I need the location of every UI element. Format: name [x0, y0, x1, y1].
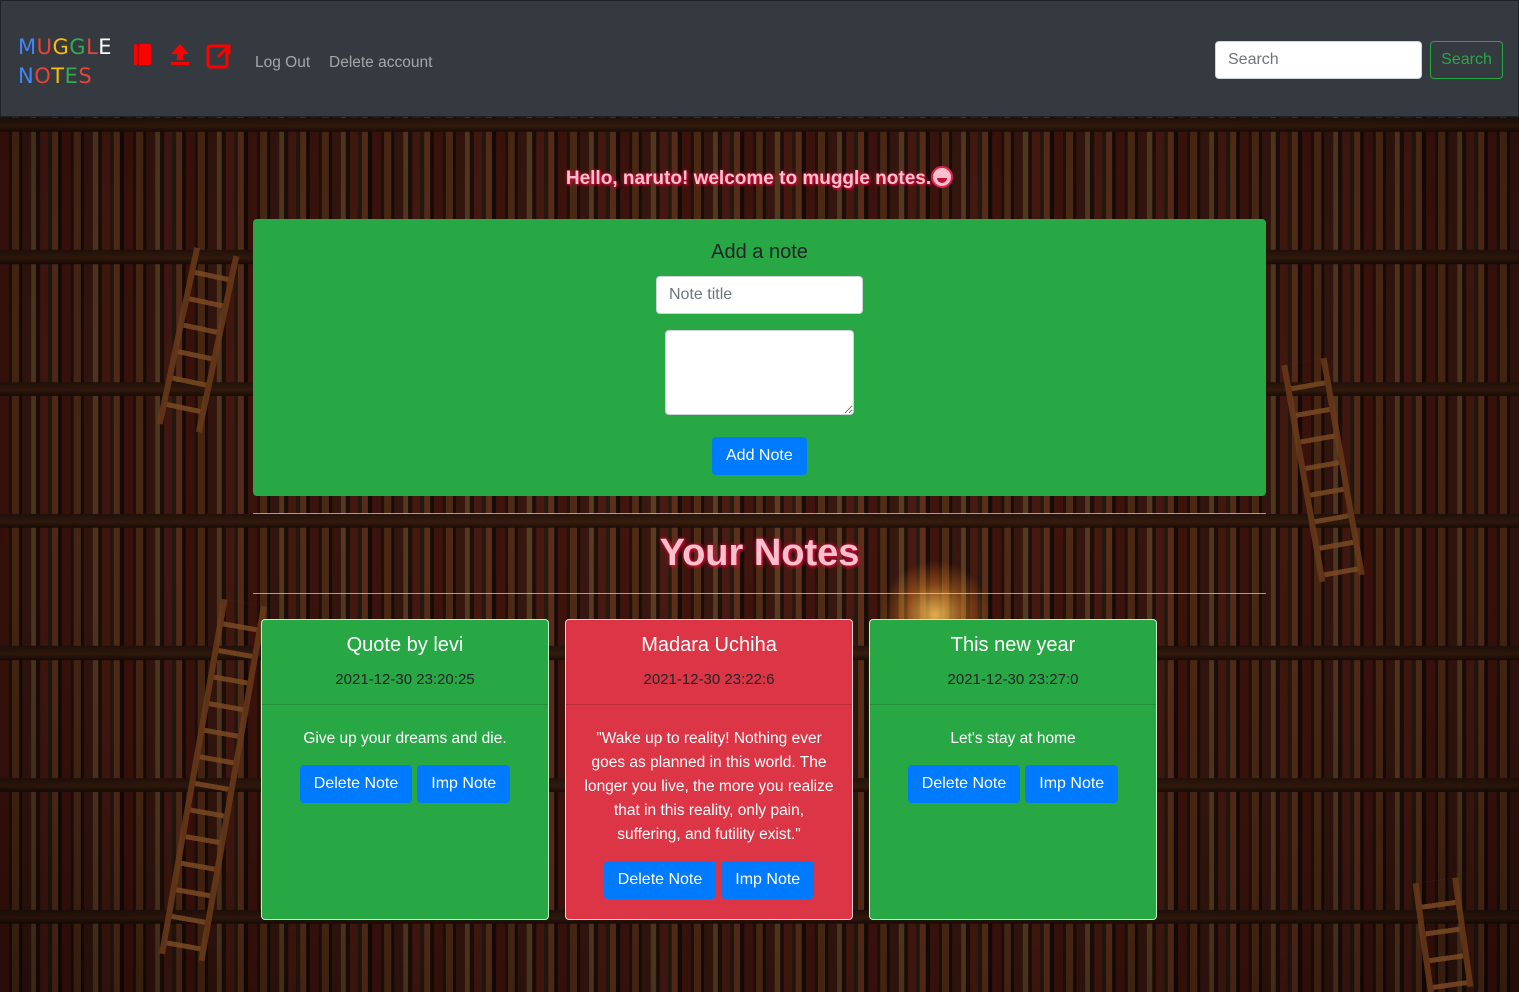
add-note-heading: Add a note — [711, 241, 808, 263]
note-card: Quote by levi 2021-12-30 23:20:25 Give u… — [261, 619, 549, 920]
brand-line-1-letter: U — [36, 35, 53, 59]
delete-account-link[interactable]: Delete account — [329, 54, 432, 72]
brand-logo[interactable]: MUGGLE NOTES — [18, 33, 112, 91]
note-actions: Delete Note Imp Note — [886, 765, 1140, 803]
navbar: MUGGLE NOTES Log Out Delete account Sear… — [0, 0, 1519, 117]
note-title: Quote by levi — [346, 634, 464, 656]
note-text: Give up your dreams and die. — [303, 730, 507, 747]
delete-note-button[interactable]: Delete Note — [603, 861, 717, 899]
divider-top — [253, 513, 1266, 514]
note-title: This new year — [950, 634, 1076, 656]
note-body-textarea[interactable] — [665, 330, 854, 415]
brand-line-2-letter: T — [51, 64, 65, 88]
brand-line-2: NOTES — [18, 62, 112, 91]
greeting-text: Hello, naruto! welcome to muggle notes. — [565, 168, 932, 189]
note-card-header: Quote by levi 2021-12-30 23:20:25 — [262, 620, 548, 705]
logout-link[interactable]: Log Out — [255, 54, 310, 72]
your-notes-heading: Your Notes — [659, 532, 860, 574]
brand-line-1-letter: L — [86, 35, 99, 59]
imp-note-button[interactable]: Imp Note — [417, 765, 511, 803]
brand-line-2-letter: E — [64, 64, 79, 88]
note-card-header: This new year 2021-12-30 23:27:0 — [870, 620, 1156, 705]
note-date: 2021-12-30 23:22:6 — [643, 671, 775, 688]
note-card-body: "Wake up to reality! Nothing ever goes a… — [566, 705, 852, 899]
brand-line-1-letter: G — [69, 35, 87, 59]
brand-line-2-letter: S — [78, 64, 93, 88]
delete-note-button[interactable]: Delete Note — [299, 765, 413, 803]
brand-line-1: MUGGLE — [18, 33, 112, 62]
brand-line-1-letter: M — [18, 35, 37, 59]
add-note-button[interactable]: Add Note — [712, 437, 807, 475]
note-actions: Delete Note Imp Note — [278, 765, 532, 803]
note-date: 2021-12-30 23:20:25 — [335, 671, 475, 688]
imp-note-button[interactable]: Imp Note — [1025, 765, 1119, 803]
note-title-input[interactable] — [656, 276, 863, 314]
note-card-body: Give up your dreams and die. Delete Note… — [262, 705, 548, 803]
note-card: This new year 2021-12-30 23:27:0 Let's s… — [869, 619, 1157, 920]
search-button[interactable]: Search — [1430, 41, 1503, 79]
brand-line-2-letter: O — [34, 64, 52, 88]
upload-icon[interactable] — [168, 41, 192, 69]
imp-note-button[interactable]: Imp Note — [721, 861, 815, 899]
divider-bottom — [253, 593, 1266, 594]
note-card-header: Madara Uchiha 2021-12-30 23:22:6 — [566, 620, 852, 705]
note-date: 2021-12-30 23:27:0 — [947, 671, 1079, 688]
search-input[interactable] — [1215, 41, 1422, 79]
note-text: Let's stay at home — [950, 730, 1076, 747]
note-card-body: Let's stay at home Delete Note Imp Note — [870, 705, 1156, 803]
external-link-icon[interactable] — [206, 41, 231, 69]
grinning-face-emoji-icon — [931, 166, 954, 188]
add-note-panel: Add a note Add Note — [253, 219, 1266, 496]
brand-line-2-letter: N — [18, 64, 35, 88]
welcome-greeting: Hello, naruto! welcome to muggle notes. — [0, 166, 1519, 190]
note-card: Madara Uchiha 2021-12-30 23:22:6 "Wake u… — [565, 619, 853, 920]
book-icon[interactable] — [131, 41, 155, 69]
brand-line-1-letter: E — [98, 35, 113, 59]
note-actions: Delete Note Imp Note — [582, 861, 836, 899]
note-title: Madara Uchiha — [641, 634, 777, 656]
delete-note-button[interactable]: Delete Note — [907, 765, 1021, 803]
brand-line-1-letter: G — [52, 35, 70, 59]
note-text: "Wake up to reality! Nothing ever goes a… — [584, 730, 834, 843]
